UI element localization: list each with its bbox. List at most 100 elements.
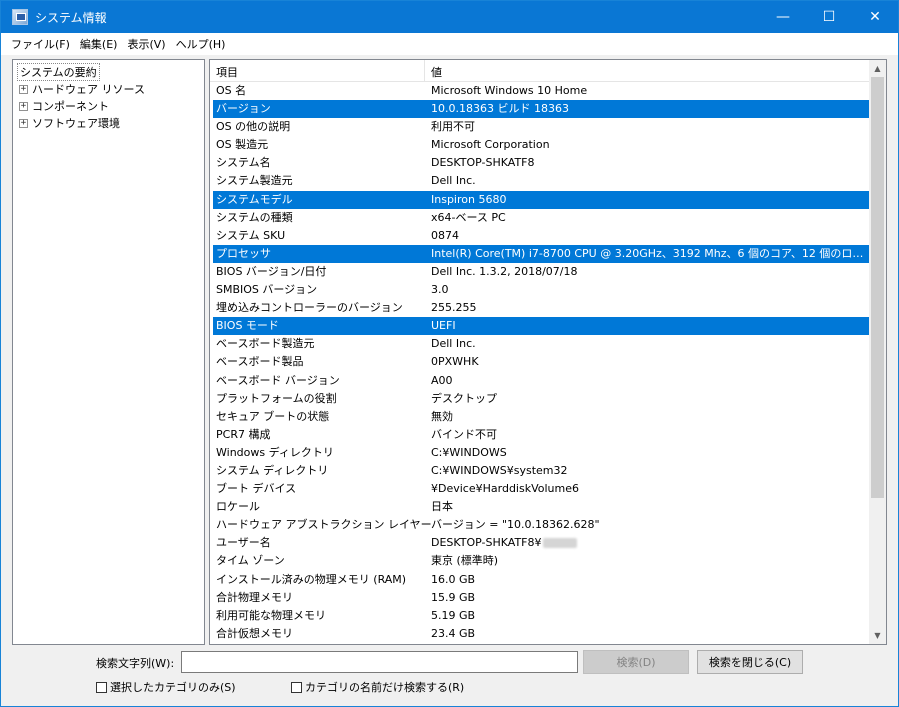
row-item-cell: OS の他の説明 [216,120,291,134]
table-row[interactable]: PCR7 構成 バインド不可 [213,426,870,444]
row-item-cell: システム製造元 [216,174,293,188]
tree-item-system-summary[interactable]: システムの要約 [17,63,100,81]
row-value-cell: A00 [431,372,867,390]
checkbox-label: カテゴリの名前だけ検索する(R) [305,681,465,694]
close-button[interactable]: ✕ [852,1,898,33]
table-row[interactable]: プラットフォームの役割 デスクトップ [213,390,870,408]
column-divider[interactable] [424,60,425,82]
table-row[interactable]: BIOS モード UEFI [213,317,870,336]
row-item-cell: プラットフォームの役割 [216,391,337,405]
table-row[interactable]: システムの種類 x64-ベース PC [213,209,870,227]
row-value-text: Dell Inc. [431,174,476,188]
details-list[interactable]: 項目 値 OS 名 Microsoft Windows 10 Home バージョン 1… [209,59,887,645]
selected-category-only-checkbox[interactable]: 選択したカテゴリのみ(S) [96,679,236,695]
row-value-text: バインド不可 [431,427,497,441]
row-item-cell: タイム ゾーン [216,554,285,568]
scroll-up-icon[interactable]: ▲ [869,60,886,77]
table-row[interactable]: ベースボード製造元 Dell Inc. [213,335,870,353]
table-row[interactable]: タイム ゾーン 東京 (標準時) [213,552,870,570]
system-information-window: システム情報 — ☐ ✕ ファイル(F) 編集(E) 表示(V) ヘルプ(H) … [0,0,899,707]
tree-item-components[interactable]: + コンポーネント [19,98,109,114]
row-value-text: 5.19 GB [431,608,476,622]
menu-file[interactable]: ファイル(F) [6,36,75,52]
checkbox-box[interactable] [96,681,107,693]
row-item-cell: システム SKU [216,228,286,242]
row-item-cell: ベースボード製品 [216,355,304,369]
row-value-cell: 15.9 GB [431,589,867,607]
table-row[interactable]: SMBIOS バージョン 3.0 [213,281,870,299]
expand-plus-icon[interactable]: + [19,84,28,94]
minimize-button[interactable]: — [760,1,806,33]
vertical-scrollbar[interactable]: ▲ ▼ [869,60,886,644]
table-row[interactable]: 合計仮想メモリ 23.4 GB [213,625,870,643]
scroll-down-icon[interactable]: ▼ [869,627,886,644]
row-value-cell: Inspiron 5680 [431,191,867,209]
category-tree[interactable]: システムの要約 + ハードウェア リソース + コンポーネント + ソフトウェア… [12,59,205,645]
find-button[interactable]: 検索(D) [583,650,689,674]
window-controls: — ☐ ✕ [760,1,898,33]
table-row[interactable]: ロケール 日本 [213,498,870,516]
row-value-cell: UEFI [431,317,867,335]
column-header-value[interactable]: 値 [431,64,442,80]
table-row[interactable]: ハードウェア アブストラクション レイヤー バージョン = "10.0.18362… [213,516,870,534]
redacted-username [542,538,577,549]
table-row[interactable]: ベースボード製品 0PXWHK [213,353,870,371]
row-value-cell: ¥Device¥HarddiskVolume6 [431,480,867,498]
expand-plus-icon[interactable]: + [19,101,28,111]
table-row[interactable]: ブート デバイス ¥Device¥HarddiskVolume6 [213,480,870,498]
row-item-cell: BIOS モード [216,319,279,333]
row-value-text: x64-ベース PC [431,210,506,224]
table-row[interactable]: プロセッサ Intel(R) Core(TM) i7-8700 CPU @ 3.2… [213,244,870,263]
table-row[interactable]: セキュア ブートの状態 無効 [213,408,870,426]
table-row[interactable]: BIOS バージョン/日付 Dell Inc. 1.3.2, 2018/07/18 [213,263,870,281]
row-item-cell: バージョン [216,102,271,116]
table-row[interactable]: システム名 DESKTOP-SHKATF8 [213,154,870,172]
title-bar[interactable]: システム情報 — ☐ ✕ [1,1,898,33]
row-value-text: A00 [431,373,453,387]
row-value-cell: 0874 [431,227,867,245]
row-value-text: DESKTOP-SHKATF8¥ [431,536,542,550]
row-item-cell: システムモデル [216,192,293,206]
table-row[interactable]: 利用可能な物理メモリ 5.19 GB [213,607,870,625]
row-value-cell: 255.255 [431,299,867,317]
table-row[interactable]: システム製造元 Dell Inc. [213,172,870,190]
tree-item-label: ハードウェア リソース [32,83,145,96]
row-value-text: 10.0.18363 ビルド 18363 [431,102,569,116]
row-item-cell: ハードウェア アブストラクション レイヤー [216,518,432,532]
system-information-app-icon [12,9,28,25]
row-value-cell: バージョン = "10.0.18362.628" [431,516,867,534]
table-row[interactable]: システム SKU 0874 [213,227,870,245]
table-row[interactable]: OS 名 Microsoft Windows 10 Home [213,82,870,100]
table-row[interactable]: バージョン 10.0.18363 ビルド 18363 [213,100,870,119]
table-row[interactable]: システムモデル Inspiron 5680 [213,190,870,209]
table-row[interactable]: システム ディレクトリ C:¥WINDOWS¥system32 [213,462,870,480]
checkbox-box[interactable] [291,681,302,693]
table-row[interactable]: ベースボード バージョン A00 [213,372,870,390]
tree-item-software-environment[interactable]: + ソフトウェア環境 [19,115,120,131]
table-row[interactable]: OS 製造元 Microsoft Corporation [213,136,870,154]
search-input[interactable] [181,651,578,673]
row-value-text: 23.4 GB [431,626,476,640]
close-search-button[interactable]: 検索を閉じる(C) [697,650,803,674]
table-row[interactable]: インストール済みの物理メモリ (RAM) 16.0 GB [213,571,870,589]
table-row[interactable]: Windows ディレクトリ C:¥WINDOWS [213,444,870,462]
row-value-cell: x64-ベース PC [431,209,867,227]
tree-item-hardware-resources[interactable]: + ハードウェア リソース [19,81,145,97]
table-row[interactable]: ユーザー名 DESKTOP-SHKATF8¥ [213,534,870,552]
menu-help[interactable]: ヘルプ(H) [171,36,231,52]
scroll-thumb[interactable] [871,77,884,498]
row-value-cell: DESKTOP-SHKATF8¥ [431,534,867,552]
menu-edit[interactable]: 編集(E) [75,36,123,52]
category-names-only-checkbox[interactable]: カテゴリの名前だけ検索する(R) [291,679,464,695]
column-header-item[interactable]: 項目 [216,64,238,80]
row-value-text: 0874 [431,228,459,242]
menu-view[interactable]: 表示(V) [122,36,170,52]
table-row[interactable]: 合計物理メモリ 15.9 GB [213,589,870,607]
tree-item-label: ソフトウェア環境 [32,117,120,130]
table-row[interactable]: OS の他の説明 利用不可 [213,118,870,136]
table-row[interactable]: 埋め込みコントローラーのバージョン 255.255 [213,299,870,317]
expand-plus-icon[interactable]: + [19,118,28,128]
window-title: システム情報 [35,10,107,25]
maximize-button[interactable]: ☐ [806,1,852,33]
row-value-cell: 10.0.18363 ビルド 18363 [431,100,867,118]
